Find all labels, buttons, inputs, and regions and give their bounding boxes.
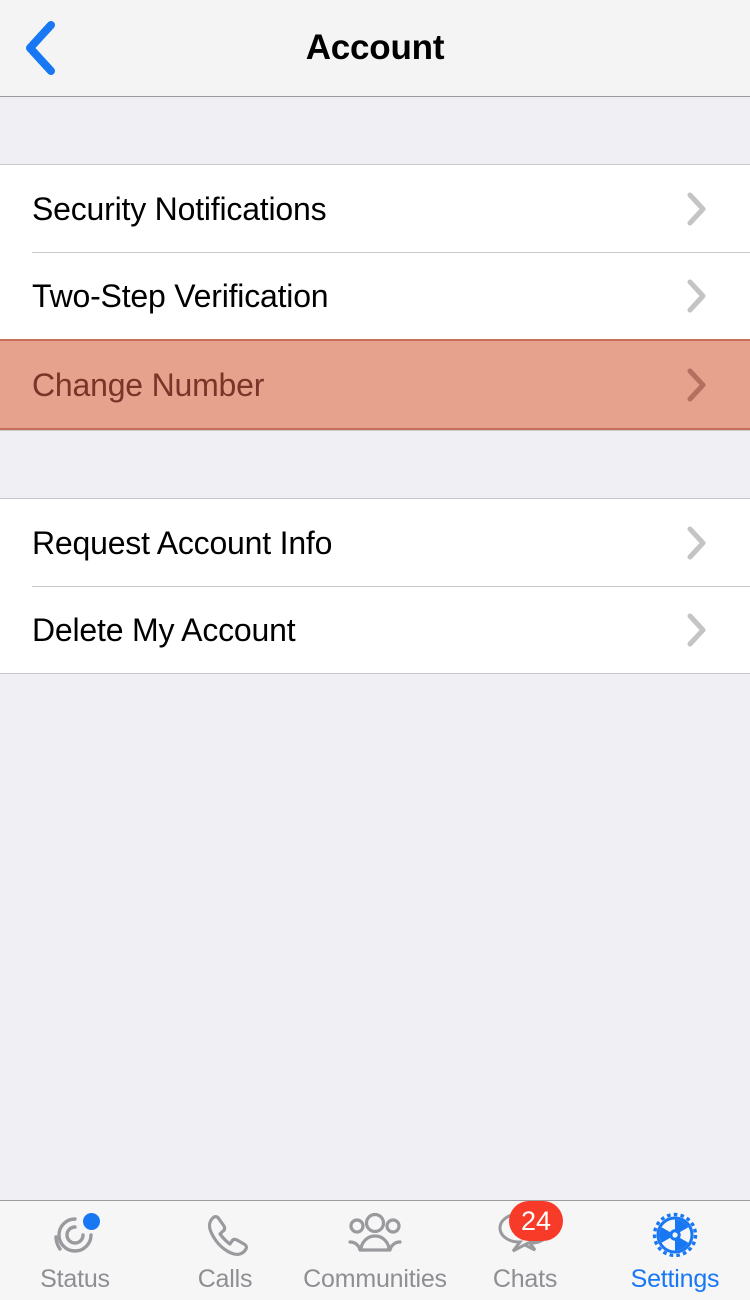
- status-unread-dot: [83, 1213, 100, 1230]
- chevron-right-icon: [686, 367, 708, 403]
- status-rings-icon: [43, 1209, 107, 1261]
- chats-unread-badge: 24: [509, 1201, 563, 1241]
- chevron-right-icon: [686, 278, 708, 314]
- tab-calls[interactable]: Calls: [150, 1201, 300, 1300]
- back-button[interactable]: [8, 0, 72, 95]
- gear-icon: [643, 1209, 707, 1261]
- settings-group-account-data: Request Account Info Delete My Account: [0, 498, 750, 674]
- list-item-change-number[interactable]: Change Number: [0, 339, 750, 430]
- tab-chats[interactable]: 24 Chats: [450, 1201, 600, 1300]
- list-item-label: Change Number: [32, 369, 686, 401]
- chevron-left-icon: [23, 20, 57, 76]
- chevron-right-icon: [686, 191, 708, 227]
- chevron-right-icon: [686, 525, 708, 561]
- chevron-right-icon: [686, 612, 708, 648]
- tab-settings[interactable]: Settings: [600, 1201, 750, 1300]
- navigation-bar: Account: [0, 0, 750, 97]
- list-item-two-step-verification[interactable]: Two-Step Verification: [0, 252, 750, 339]
- tab-bar: Status Calls Communities: [0, 1200, 750, 1300]
- tab-communities[interactable]: Communities: [300, 1201, 450, 1300]
- chat-bubbles-icon: 24: [493, 1209, 557, 1261]
- tab-label: Chats: [493, 1266, 557, 1292]
- list-item-label: Two-Step Verification: [32, 280, 686, 312]
- section-gap-middle: [0, 431, 750, 498]
- list-item-label: Request Account Info: [32, 527, 686, 559]
- settings-content: Security Notifications Two-Step Verifica…: [0, 97, 750, 1200]
- section-gap-top: [0, 97, 750, 164]
- tab-label: Calls: [198, 1266, 253, 1292]
- list-item-security-notifications[interactable]: Security Notifications: [0, 165, 750, 252]
- page-title: Account: [0, 28, 750, 68]
- tab-status[interactable]: Status: [0, 1201, 150, 1300]
- app-screen: Account Security Notifications Two-Step …: [0, 0, 750, 1300]
- list-item-delete-my-account[interactable]: Delete My Account: [0, 586, 750, 673]
- tab-label: Settings: [631, 1266, 720, 1292]
- communities-people-icon: [343, 1209, 407, 1261]
- phone-icon: [193, 1209, 257, 1261]
- list-item-request-account-info[interactable]: Request Account Info: [0, 499, 750, 586]
- tab-label: Status: [40, 1266, 110, 1292]
- settings-group-account-security: Security Notifications Two-Step Verifica…: [0, 164, 750, 431]
- list-item-label: Security Notifications: [32, 193, 686, 225]
- list-item-label: Delete My Account: [32, 614, 686, 646]
- tab-label: Communities: [303, 1266, 447, 1292]
